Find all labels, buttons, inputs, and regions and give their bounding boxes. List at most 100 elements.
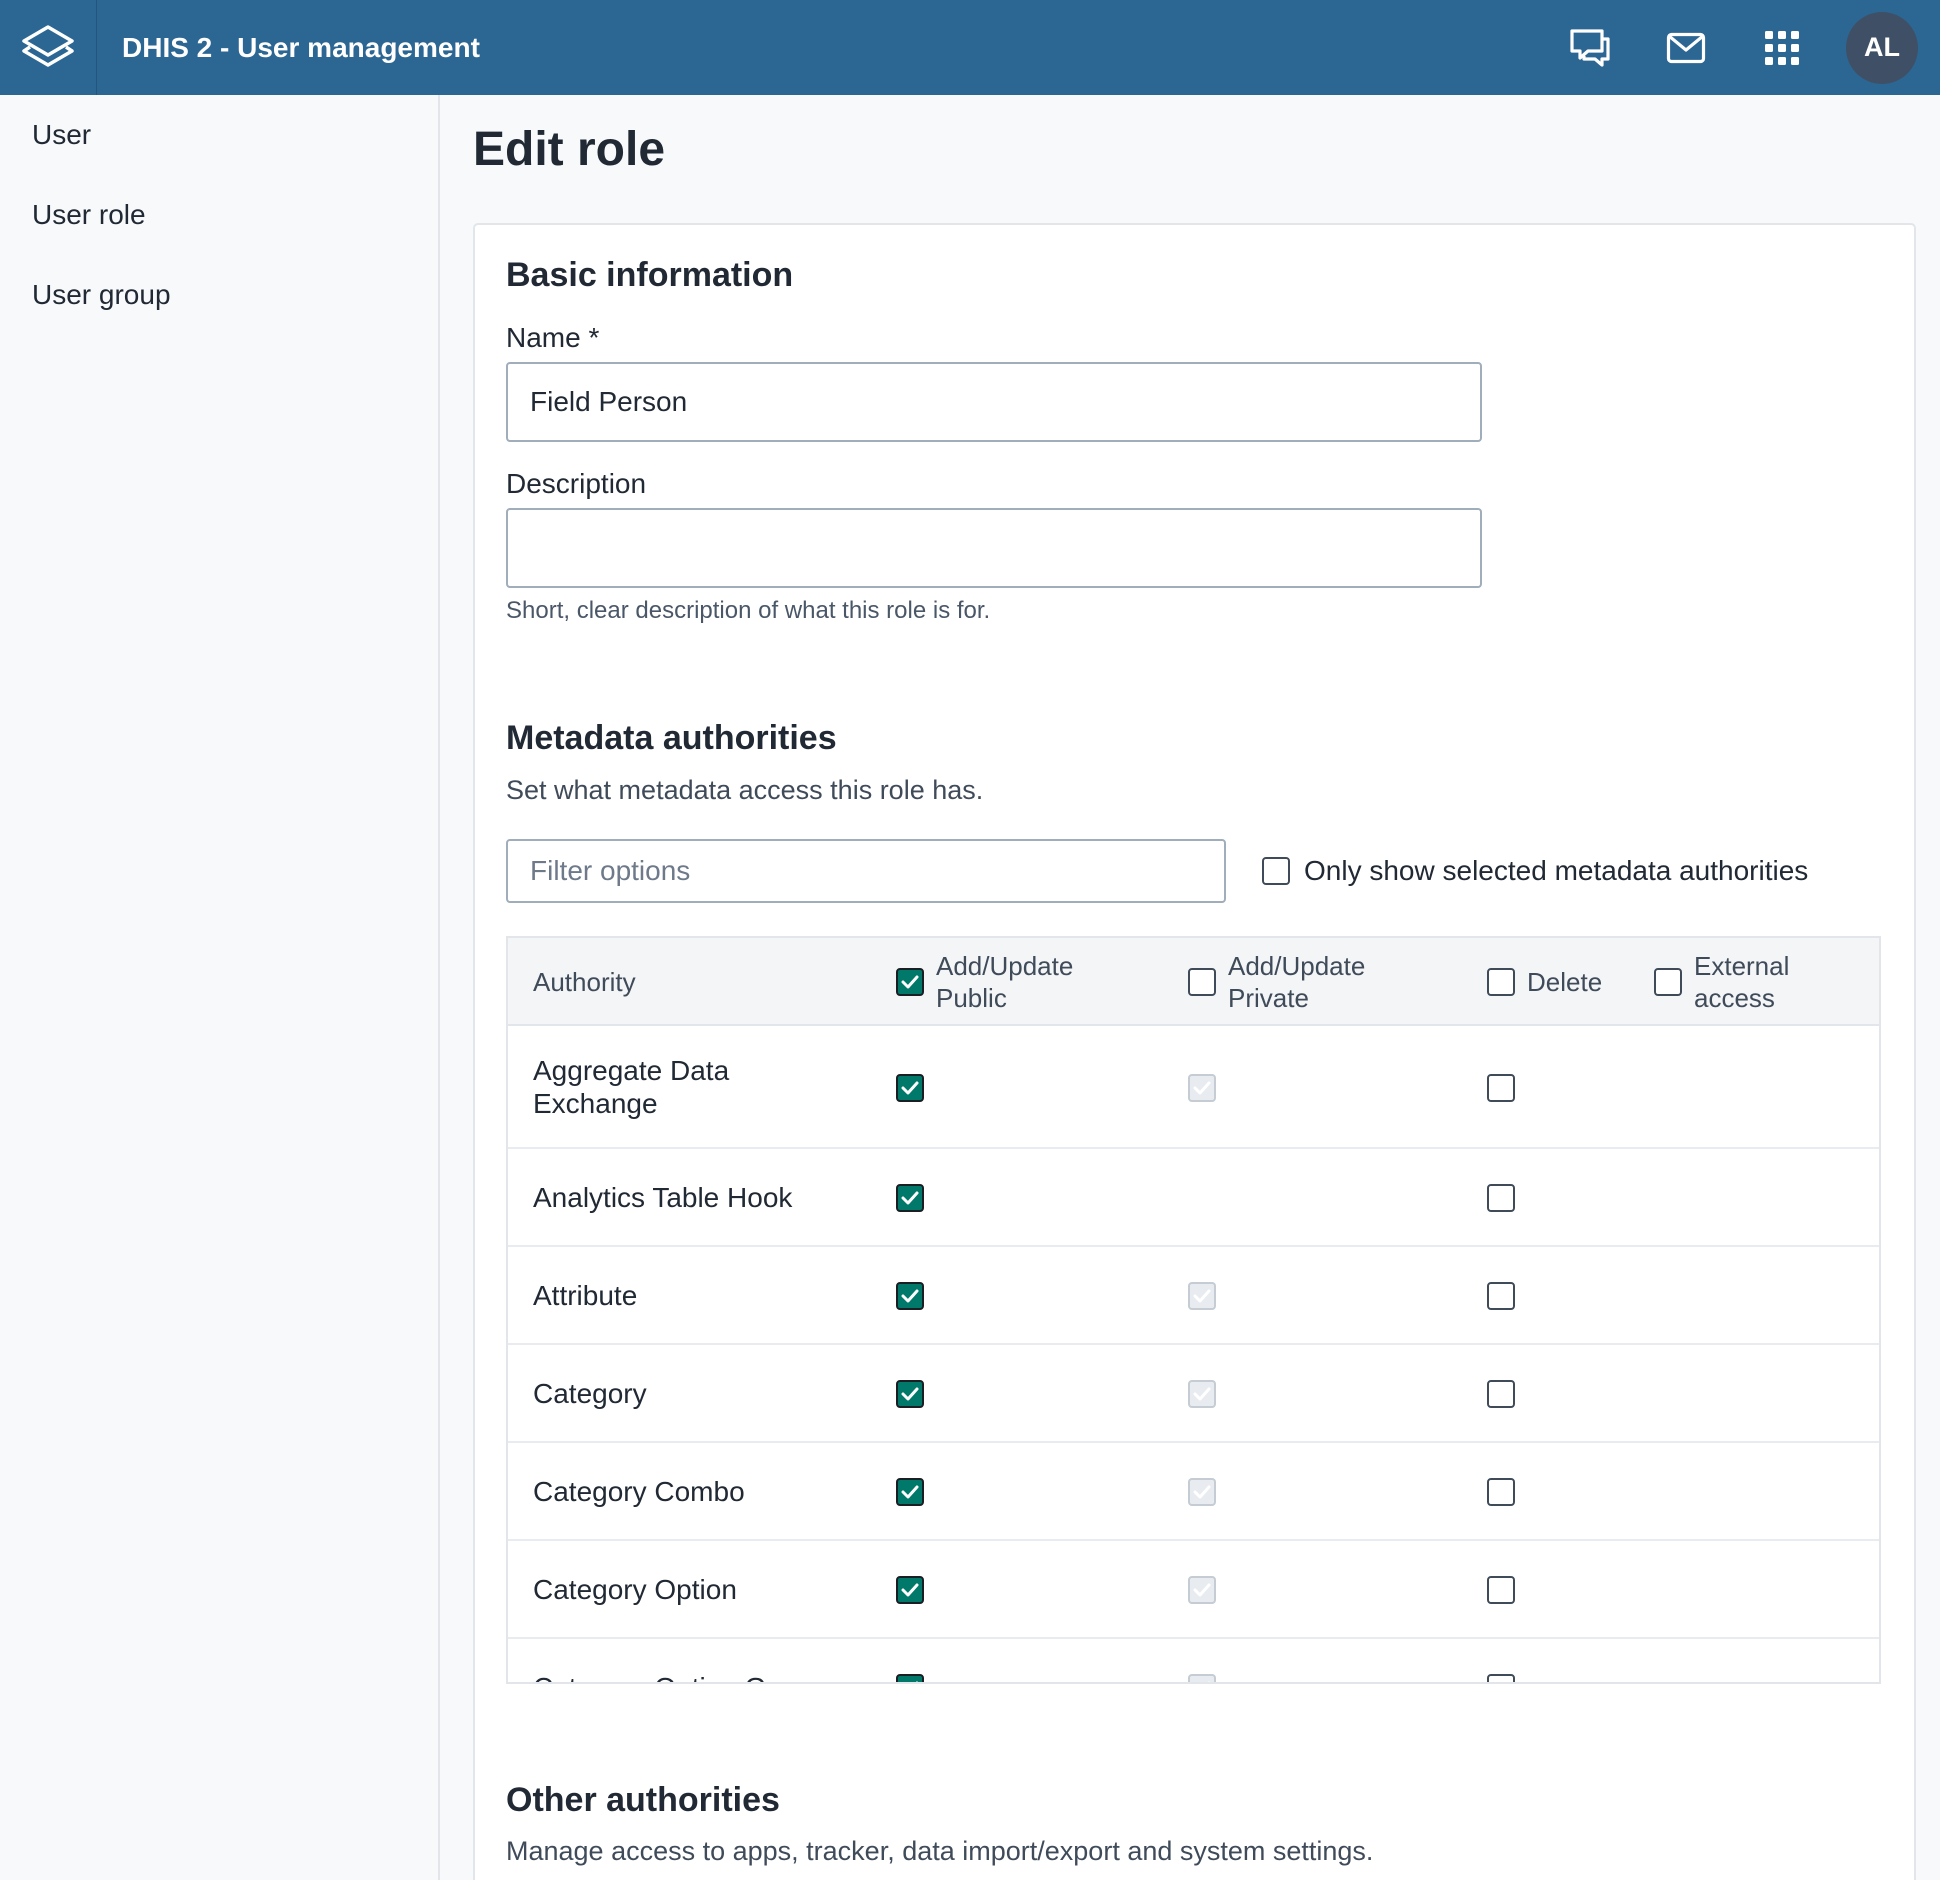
column-header-public-label: Add/Update Public [936, 950, 1073, 1014]
private-checkbox [1188, 1576, 1216, 1604]
private-cell [1188, 1380, 1216, 1408]
only-show-selected-toggle[interactable]: Only show selected metadata authorities [1262, 855, 1808, 887]
public-cell [896, 1282, 924, 1310]
basic-information-heading: Basic information [506, 256, 794, 294]
column-header-public[interactable]: Add/Update Public [896, 950, 1073, 1014]
table-row: Attribute [508, 1247, 1879, 1345]
app-title: DHIS 2 - User management [122, 31, 480, 63]
authority-name: Category Combo [533, 1476, 745, 1507]
dhis2-logo-icon[interactable] [0, 0, 97, 95]
delete-checkbox[interactable] [1487, 1184, 1515, 1212]
select-all-external-checkbox[interactable] [1654, 968, 1682, 996]
sidebar-item-user[interactable]: User [0, 95, 438, 175]
metadata-authorities-subtext: Set what metadata access this role has. [506, 775, 984, 805]
description-label: Description [506, 468, 647, 499]
other-authorities-heading: Other authorities [506, 1781, 780, 1819]
private-label-line1: Add/Update [1228, 951, 1366, 981]
page-title: Edit role [473, 123, 666, 176]
public-label-line2: Public [936, 983, 1007, 1013]
private-label-line2: Private [1228, 983, 1309, 1013]
column-header-private-label: Add/Update Private [1228, 950, 1365, 1014]
private-cell [1188, 1478, 1216, 1506]
private-checkbox [1188, 1073, 1216, 1102]
column-header-external-label: External access [1694, 950, 1789, 1014]
public-cell [896, 1576, 924, 1604]
authority-name: Analytics Table Hook [533, 1182, 793, 1213]
public-checkbox[interactable] [896, 1478, 924, 1506]
public-checkbox[interactable] [896, 1184, 924, 1212]
delete-checkbox[interactable] [1487, 1674, 1515, 1682]
private-cell [1188, 1073, 1216, 1102]
only-show-selected-label: Only show selected metadata authorities [1304, 855, 1809, 886]
delete-checkbox[interactable] [1487, 1282, 1515, 1310]
column-header-delete-label: Delete [1527, 967, 1603, 997]
private-checkbox [1188, 1674, 1216, 1682]
external-label-line2: access [1694, 983, 1775, 1013]
user-avatar[interactable]: AL [1846, 11, 1918, 84]
delete-checkbox[interactable] [1487, 1380, 1515, 1408]
delete-checkbox[interactable] [1487, 1478, 1515, 1506]
sidebar-item-user-group[interactable]: User group [0, 255, 438, 335]
authority-name: Category Option Group [533, 1671, 833, 1682]
table-row: Category Combo [508, 1443, 1879, 1541]
column-header-delete[interactable]: Delete [1487, 938, 1602, 1026]
private-cell [1188, 1674, 1216, 1682]
public-cell [896, 1184, 924, 1212]
column-header-authority: Authority [533, 967, 636, 997]
other-authorities-subtext: Manage access to apps, tracker, data imp… [506, 1836, 1374, 1866]
name-input[interactable]: Field Person [506, 362, 1482, 442]
public-cell [896, 1380, 924, 1408]
public-cell [896, 1674, 924, 1682]
name-label: Name * [506, 322, 600, 353]
table-row: Category [508, 1345, 1879, 1443]
authority-name: Attribute [533, 1280, 638, 1311]
public-checkbox[interactable] [896, 1576, 924, 1604]
public-checkbox[interactable] [896, 1674, 924, 1682]
authority-name: Aggregate Data Exchange [533, 1055, 730, 1119]
table-header: Authority Add/Update Public Add/Update Pri… [508, 938, 1879, 1026]
messages-icon[interactable] [1638, 0, 1734, 95]
select-all-public-checkbox[interactable] [896, 968, 924, 996]
external-label-line1: External [1694, 951, 1790, 981]
public-label-line1: Add/Update [936, 951, 1074, 981]
description-input[interactable] [506, 508, 1482, 588]
only-show-selected-checkbox[interactable] [1262, 857, 1290, 885]
column-header-private[interactable]: Add/Update Private [1188, 950, 1365, 1014]
delete-cell [1487, 1073, 1515, 1107]
filter-options-input[interactable]: Filter options [506, 839, 1226, 903]
metadata-authorities-heading: Metadata authorities [506, 719, 837, 757]
delete-cell [1487, 1380, 1515, 1413]
select-all-private-checkbox[interactable] [1188, 968, 1216, 996]
public-cell [896, 1478, 924, 1506]
authority-name: Category [533, 1378, 647, 1409]
table-row: Aggregate Data Exchange [508, 1026, 1879, 1149]
apps-grid-icon[interactable] [1734, 0, 1830, 95]
delete-cell [1487, 1282, 1515, 1315]
table-row: Category Option [508, 1541, 1879, 1639]
delete-cell [1487, 1184, 1515, 1217]
delete-checkbox[interactable] [1487, 1073, 1515, 1102]
interpretations-icon[interactable] [1542, 0, 1638, 95]
delete-cell [1487, 1674, 1515, 1682]
public-checkbox[interactable] [896, 1380, 924, 1408]
private-checkbox [1188, 1282, 1216, 1310]
delete-cell [1487, 1478, 1515, 1511]
delete-checkbox[interactable] [1487, 1576, 1515, 1604]
table-row: Analytics Table Hook [508, 1149, 1879, 1247]
private-cell [1188, 1576, 1216, 1604]
table-row: Category Option Group [508, 1639, 1879, 1682]
public-checkbox[interactable] [896, 1073, 924, 1102]
authority-name: Category Option [533, 1574, 737, 1605]
private-cell [1188, 1282, 1216, 1310]
description-help-text: Short, clear description of what this ro… [506, 597, 991, 624]
column-header-external[interactable]: External access [1654, 950, 1789, 1014]
public-checkbox[interactable] [896, 1282, 924, 1310]
public-cell [896, 1073, 924, 1102]
metadata-authorities-table[interactable]: Authority Add/Update Public Add/Update Pri… [506, 936, 1881, 1684]
delete-cell [1487, 1576, 1515, 1609]
sidebar-item-user-role[interactable]: User role [0, 175, 438, 255]
top-bar: DHIS 2 - User management AL [0, 0, 1940, 95]
private-checkbox [1188, 1478, 1216, 1506]
sidebar: User User role User group [0, 95, 440, 1880]
select-all-delete-checkbox[interactable] [1487, 968, 1515, 996]
